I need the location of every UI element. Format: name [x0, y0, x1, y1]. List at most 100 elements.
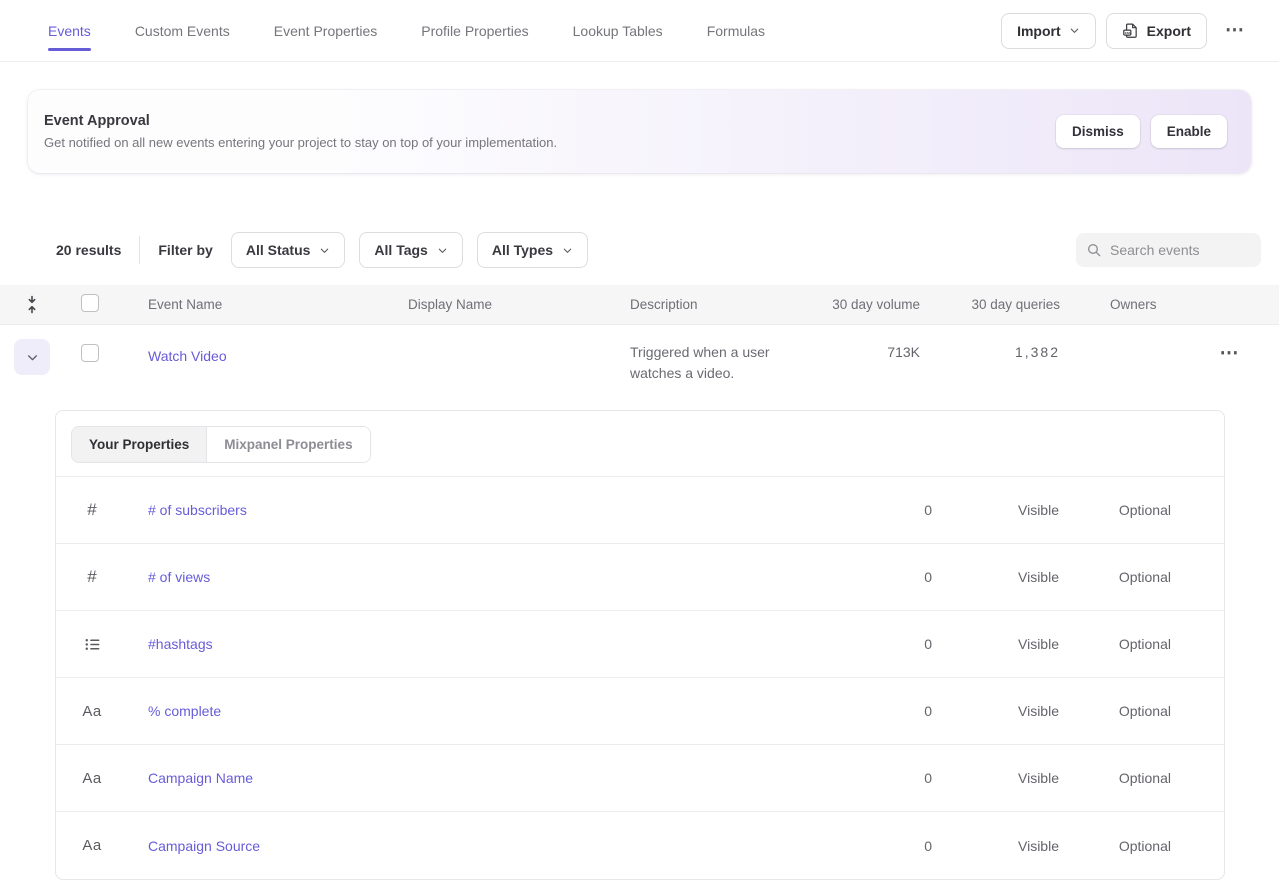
tab-event-properties[interactable]: Event Properties — [274, 0, 378, 61]
more-options-icon[interactable]: ⋯ — [1217, 13, 1253, 49]
property-name-link[interactable]: Campaign Name — [148, 770, 253, 786]
property-row: # # of subscribers 0 Visible Optional — [56, 477, 1224, 544]
results-count: 20 results — [56, 242, 121, 258]
header-display-name: Display Name — [408, 297, 630, 312]
header-description: Description — [630, 297, 820, 312]
row-more-options-icon[interactable]: ⋯ — [1212, 339, 1248, 369]
row-select-cell — [64, 339, 148, 362]
property-name-link[interactable]: % complete — [148, 703, 221, 719]
property-row: Aa % complete 0 Visible Optional — [56, 678, 1224, 745]
property-name-link[interactable]: # of subscribers — [148, 502, 247, 518]
export-button[interactable]: csv Export — [1106, 13, 1207, 49]
properties-tab-control: Your Properties Mixpanel Properties — [71, 426, 371, 463]
events-table: Event Name Display Name Description 30 d… — [0, 285, 1279, 397]
number-type-icon: # — [56, 567, 128, 587]
property-name-cell: #hashtags — [128, 636, 692, 652]
property-row: # # of views 0 Visible Optional — [56, 544, 1224, 611]
property-name-link[interactable]: Campaign Source — [148, 838, 260, 854]
property-requirement: Optional — [1059, 703, 1224, 719]
tab-events[interactable]: Events — [48, 0, 91, 61]
property-queries: 0 — [692, 636, 932, 652]
types-filter-dropdown[interactable]: All Types — [477, 232, 588, 268]
import-button[interactable]: Import — [1001, 13, 1096, 49]
search-icon — [1086, 242, 1102, 258]
divider — [139, 236, 140, 264]
import-label: Import — [1017, 23, 1061, 39]
property-name-cell: # of views — [128, 569, 692, 585]
csv-file-icon: csv — [1122, 22, 1139, 39]
tab-lookup-tables[interactable]: Lookup Tables — [573, 0, 663, 61]
tab-profile-properties[interactable]: Profile Properties — [421, 0, 528, 61]
property-requirement: Optional — [1059, 569, 1224, 585]
banner-description: Get notified on all new events entering … — [44, 135, 557, 150]
row-checkbox[interactable] — [81, 344, 99, 362]
property-name-link[interactable]: #hashtags — [148, 636, 213, 652]
nav-actions: Import csv Export ⋯ — [1001, 0, 1253, 61]
property-queries: 0 — [692, 770, 932, 786]
property-row: #hashtags 0 Visible Optional — [56, 611, 1224, 678]
property-requirement: Optional — [1059, 838, 1224, 854]
property-name-cell: Campaign Name — [128, 770, 692, 786]
text-type-icon: Aa — [56, 770, 128, 787]
header-queries: 30 day queries — [920, 297, 1060, 312]
tab-your-properties[interactable]: Your Properties — [72, 427, 207, 462]
properties-tabs: Your Properties Mixpanel Properties — [56, 411, 1224, 477]
svg-text:csv: csv — [1124, 31, 1131, 35]
property-name-cell: % complete — [128, 703, 692, 719]
list-type-icon — [56, 636, 128, 653]
property-visibility: Visible — [932, 569, 1059, 585]
chevron-down-icon — [319, 245, 330, 256]
row-actions-cell: ⋯ — [1180, 339, 1279, 369]
types-filter-label: All Types — [492, 242, 553, 258]
event-name-link[interactable]: Watch Video — [148, 348, 227, 364]
enable-button[interactable]: Enable — [1151, 115, 1227, 148]
chevron-down-icon — [26, 351, 39, 364]
chevron-down-icon — [1069, 25, 1080, 36]
property-name-link[interactable]: # of views — [148, 569, 210, 585]
queries-cell: 1,382 — [920, 339, 1060, 360]
event-row-watch-video: Watch Video Triggered when a user watche… — [0, 325, 1279, 397]
property-requirement: Optional — [1059, 502, 1224, 518]
select-all-cell — [64, 294, 148, 315]
collapse-row-button[interactable] — [14, 339, 50, 375]
filter-by-label: Filter by — [158, 242, 212, 258]
search-input[interactable] — [1110, 242, 1251, 258]
filter-bar: 20 results Filter by All Status All Tags… — [56, 232, 1261, 268]
description-cell: Triggered when a user watches a video. — [630, 342, 820, 384]
chevron-down-icon — [562, 245, 573, 256]
header-owners: Owners — [1060, 297, 1180, 312]
status-filter-label: All Status — [246, 242, 311, 258]
property-visibility: Visible — [932, 770, 1059, 786]
event-approval-banner: Event Approval Get notified on all new e… — [28, 90, 1251, 173]
tags-filter-dropdown[interactable]: All Tags — [359, 232, 462, 268]
chevron-down-icon — [437, 245, 448, 256]
property-visibility: Visible — [932, 636, 1059, 652]
tab-formulas[interactable]: Formulas — [707, 0, 765, 61]
banner-actions: Dismiss Enable — [1056, 115, 1227, 148]
top-nav: Events Custom Events Event Properties Pr… — [0, 0, 1279, 62]
property-queries: 0 — [692, 838, 932, 854]
property-queries: 0 — [692, 502, 932, 518]
property-queries: 0 — [692, 569, 932, 585]
search-box — [1076, 233, 1261, 267]
property-row: Aa Campaign Name 0 Visible Optional — [56, 745, 1224, 812]
tab-mixpanel-properties[interactable]: Mixpanel Properties — [207, 427, 369, 462]
expanded-properties-panel: Your Properties Mixpanel Properties # # … — [55, 410, 1225, 880]
select-all-checkbox[interactable] — [81, 294, 99, 312]
dismiss-button[interactable]: Dismiss — [1056, 115, 1140, 148]
volume-cell: 713K — [820, 339, 920, 360]
nav-tabs: Events Custom Events Event Properties Pr… — [48, 0, 765, 61]
property-visibility: Visible — [932, 838, 1059, 854]
property-row: Aa Campaign Source 0 Visible Optional — [56, 812, 1224, 879]
status-filter-dropdown[interactable]: All Status — [231, 232, 346, 268]
text-type-icon: Aa — [56, 837, 128, 854]
banner-title: Event Approval — [44, 113, 557, 129]
property-requirement: Optional — [1059, 636, 1224, 652]
tags-filter-label: All Tags — [374, 242, 427, 258]
property-queries: 0 — [692, 703, 932, 719]
collapse-all-icon[interactable] — [0, 295, 64, 314]
volume-value: 713K — [820, 344, 920, 360]
tab-custom-events[interactable]: Custom Events — [135, 0, 230, 61]
export-label: Export — [1147, 23, 1191, 39]
table-header-row: Event Name Display Name Description 30 d… — [0, 285, 1279, 325]
